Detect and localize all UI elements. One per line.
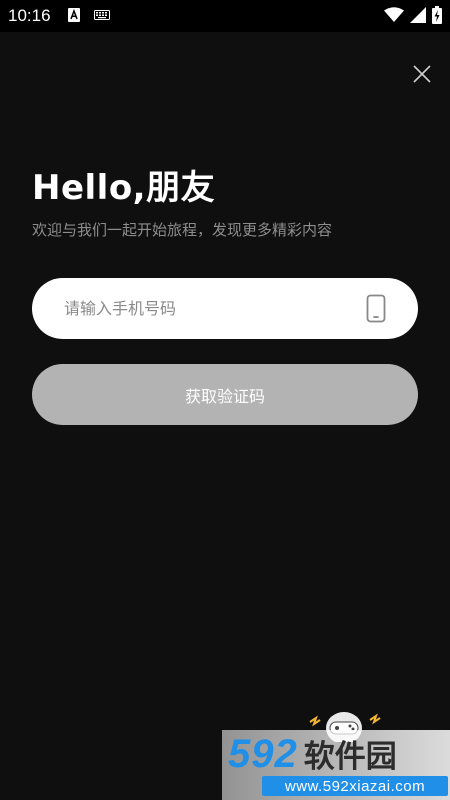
watermark-name: 软件园 [303, 739, 397, 775]
mobile-phone-icon [366, 294, 386, 323]
phone-number-input[interactable] [64, 278, 364, 339]
watermark-number: 592 [228, 732, 298, 776]
watermark: 592 软件园 www.592xiazai.com [222, 730, 450, 800]
get-verification-code-button[interactable]: 获取验证码 [32, 364, 418, 425]
battery-charging-icon [432, 6, 442, 24]
page-subtitle: 欢迎与我们一起开始旅程，发现更多精彩内容 [32, 221, 333, 239]
close-icon[interactable] [408, 60, 436, 88]
keyboard-icon [94, 10, 110, 20]
phone-input-container[interactable] [32, 278, 418, 339]
watermark-url: www.592xiazai.com [262, 776, 448, 796]
status-bar: 10:16 [0, 0, 450, 32]
page-title: Hello,朋友 [32, 168, 216, 208]
text-input-icon [68, 8, 80, 22]
signal-icon [410, 7, 426, 23]
status-time: 10:16 [8, 6, 51, 25]
wifi-icon [384, 7, 404, 22]
